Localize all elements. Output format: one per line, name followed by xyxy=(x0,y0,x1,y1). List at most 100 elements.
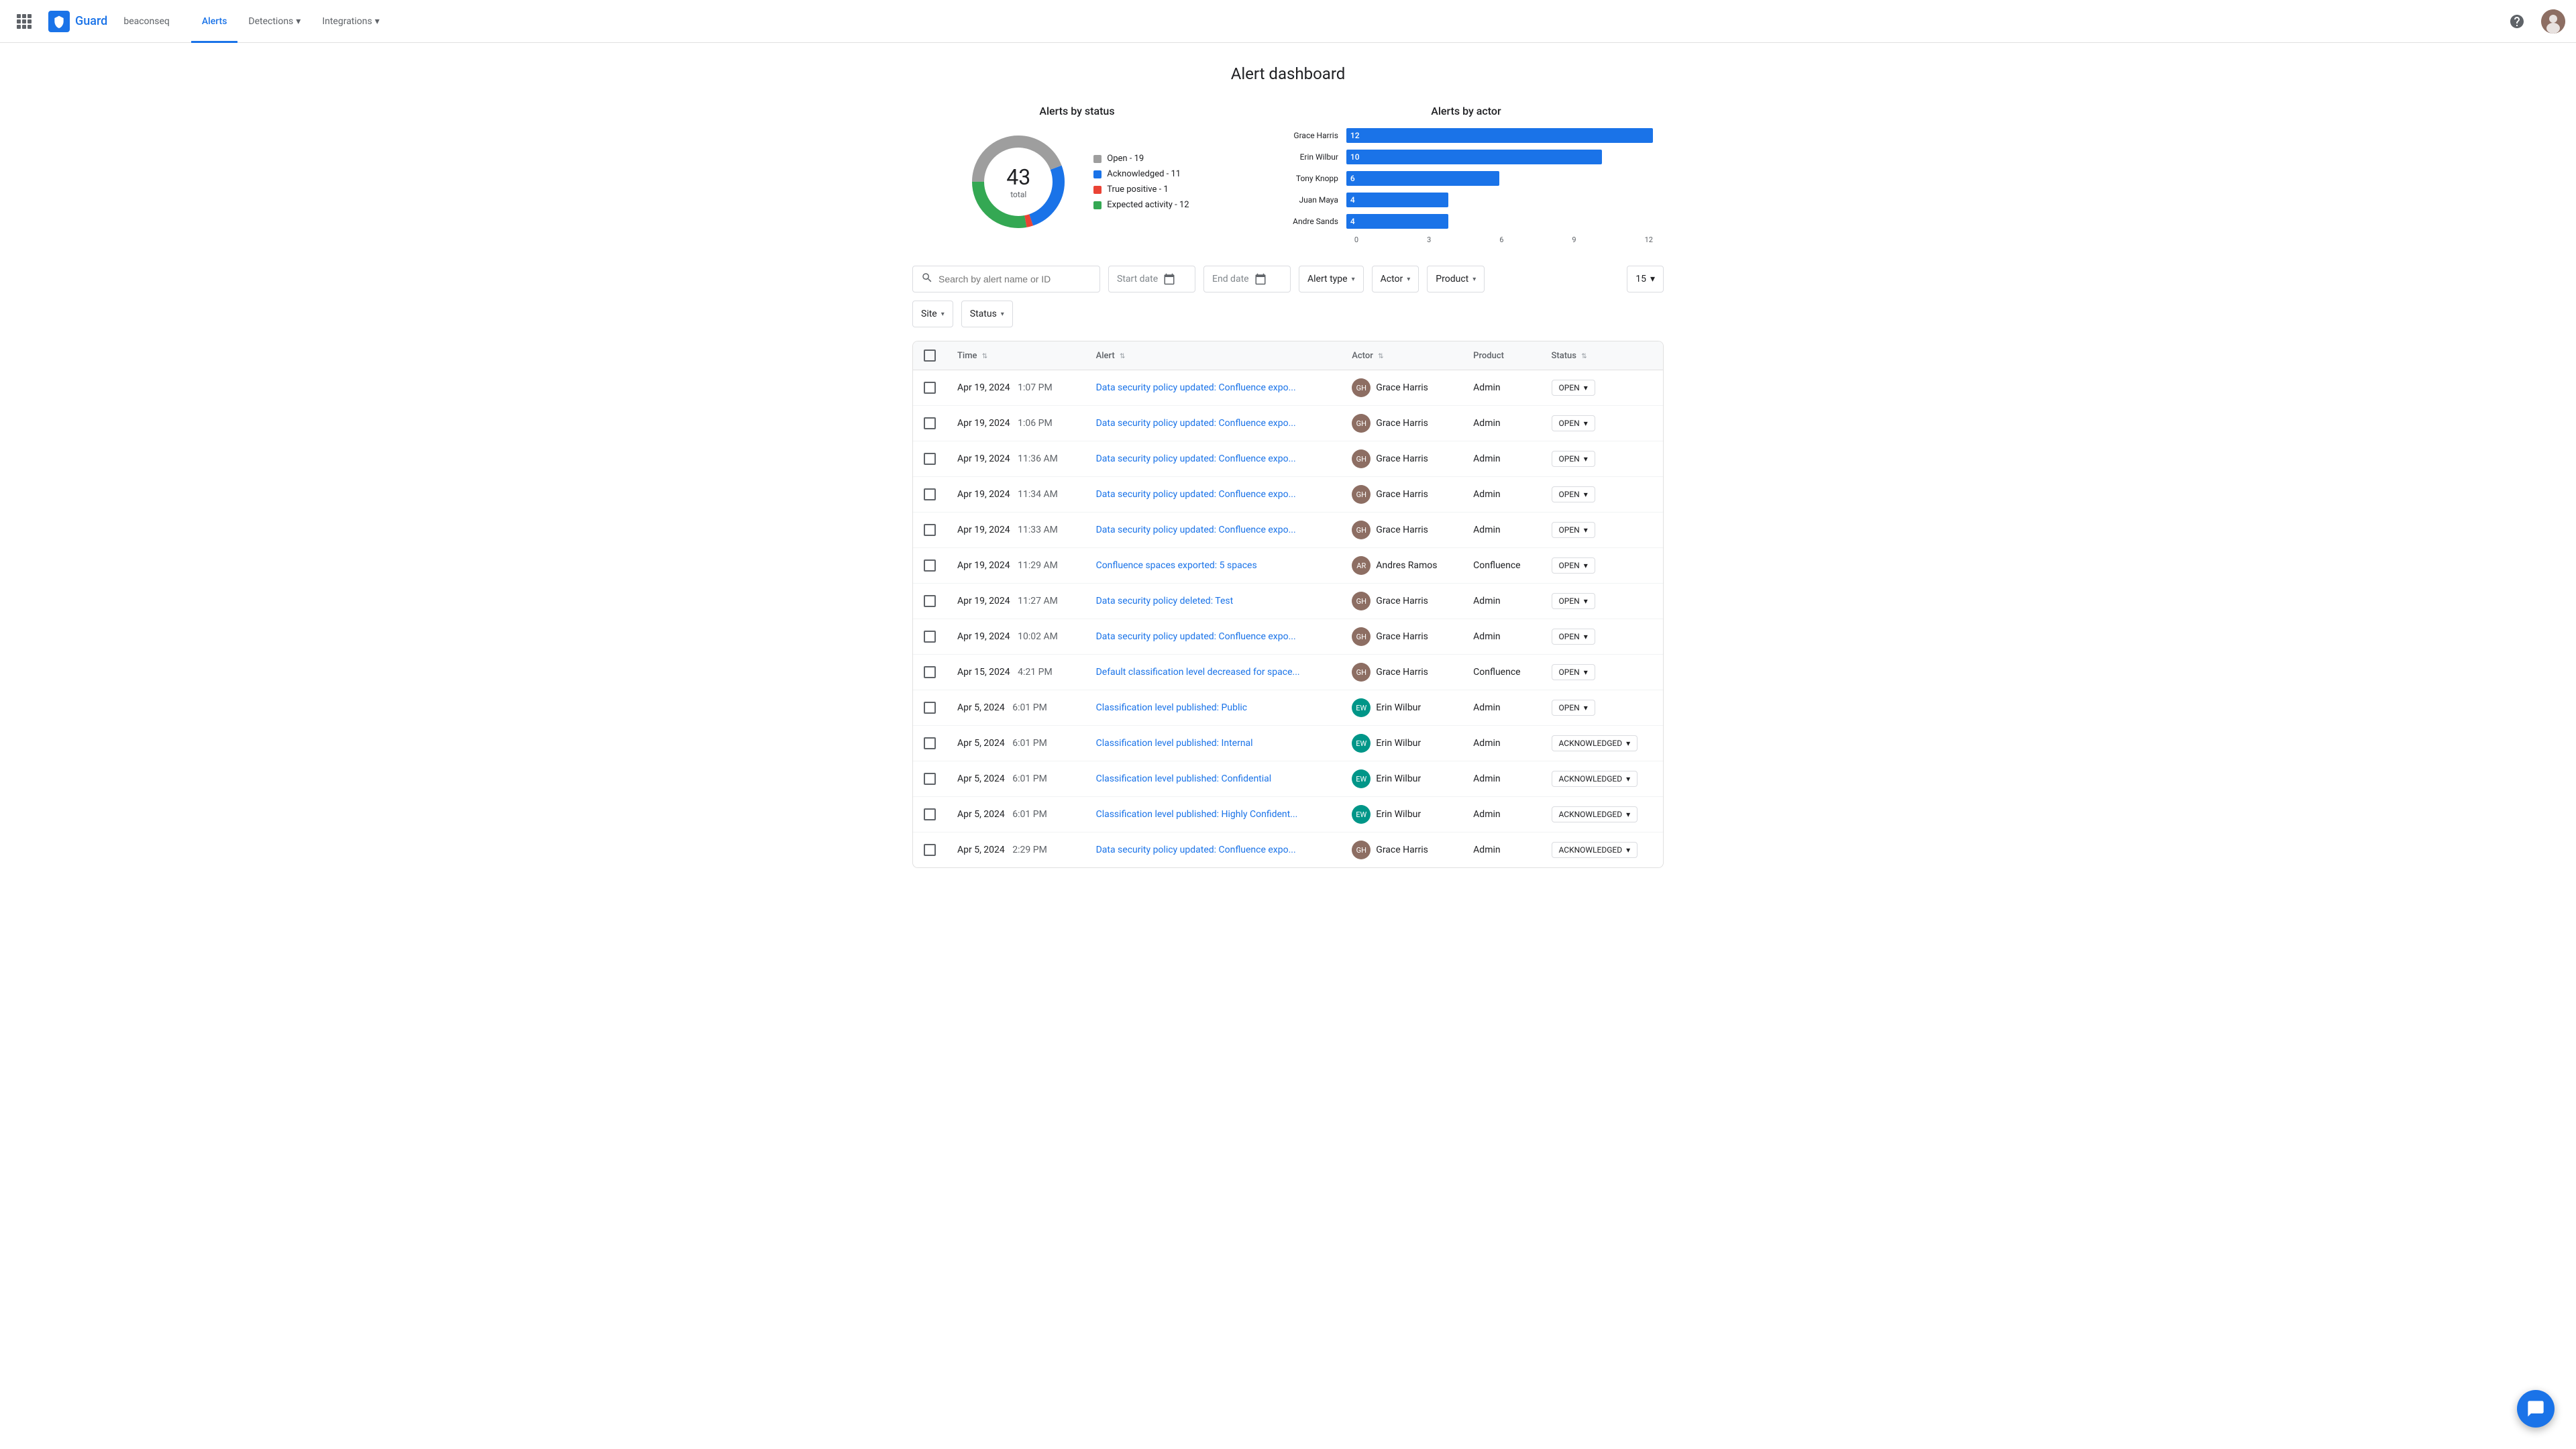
row-checkbox[interactable] xyxy=(924,417,936,429)
alert-cell: Data security policy updated: Confluence… xyxy=(1085,619,1342,655)
nav-detections[interactable]: Detections ▾ xyxy=(237,0,311,43)
row-checkbox-cell xyxy=(913,406,947,441)
status-badge[interactable]: OPEN ▾ xyxy=(1552,629,1595,645)
select-all-header xyxy=(913,341,947,370)
row-checkbox[interactable] xyxy=(924,559,936,572)
actor-cell: GH Grace Harris xyxy=(1341,406,1462,441)
donut-center: 43 total xyxy=(1006,164,1030,199)
time-header[interactable]: Time ⇅ xyxy=(947,341,1085,370)
status-badge[interactable]: ACKNOWLEDGED ▾ xyxy=(1552,842,1638,858)
time-cell: Apr 19, 2024 11:34 AM xyxy=(947,477,1085,513)
row-checkbox[interactable] xyxy=(924,631,936,643)
row-checkbox-cell xyxy=(913,797,947,833)
row-time: 6:01 PM xyxy=(1012,702,1047,713)
bar-label: Andre Sands xyxy=(1279,217,1346,226)
chat-fab[interactable] xyxy=(2517,1390,2555,1428)
row-time: 11:27 AM xyxy=(1018,596,1058,606)
user-avatar[interactable] xyxy=(2541,9,2565,34)
row-time: 11:29 AM xyxy=(1018,560,1058,571)
status-arrow: ▾ xyxy=(1584,454,1588,464)
alert-header[interactable]: Alert ⇅ xyxy=(1085,341,1342,370)
alert-link[interactable]: Classification level published: Internal xyxy=(1096,738,1253,749)
row-checkbox-cell xyxy=(913,619,947,655)
end-date-input[interactable]: End date xyxy=(1203,266,1291,292)
status-header[interactable]: Status ⇅ xyxy=(1541,341,1664,370)
alert-link[interactable]: Data security policy updated: Confluence… xyxy=(1096,845,1296,855)
help-icon[interactable] xyxy=(2504,8,2530,35)
status-arrow: ▾ xyxy=(1626,739,1630,748)
search-box[interactable] xyxy=(912,266,1100,292)
calendar-icon xyxy=(1163,273,1175,285)
alert-link[interactable]: Data security policy deleted: Test xyxy=(1096,596,1234,606)
status-badge[interactable]: OPEN ▾ xyxy=(1552,664,1595,680)
status-badge[interactable]: OPEN ▾ xyxy=(1552,486,1595,502)
nav-alerts[interactable]: Alerts xyxy=(191,0,238,43)
actor-name: Grace Harris xyxy=(1376,453,1428,464)
actor-filter[interactable]: Actor ▾ xyxy=(1372,266,1419,292)
status-badge[interactable]: OPEN ▾ xyxy=(1552,522,1595,538)
status-badge[interactable]: ACKNOWLEDGED ▾ xyxy=(1552,735,1638,751)
status-arrow: ▾ xyxy=(1584,632,1588,641)
status-badge[interactable]: OPEN ▾ xyxy=(1552,380,1595,396)
bar-fill: 12 xyxy=(1346,128,1653,143)
actor-avatar: GH xyxy=(1352,663,1371,682)
row-checkbox[interactable] xyxy=(924,844,936,856)
site-filter[interactable]: Site ▾ xyxy=(912,301,953,327)
actor-cell: GH Grace Harris xyxy=(1341,477,1462,513)
alert-link[interactable]: Data security policy updated: Confluence… xyxy=(1096,489,1296,500)
alert-cell: Classification level published: Confiden… xyxy=(1085,761,1342,797)
status-badge[interactable]: ACKNOWLEDGED ▾ xyxy=(1552,771,1638,787)
row-checkbox[interactable] xyxy=(924,453,936,465)
alert-link[interactable]: Classification level published: Confiden… xyxy=(1096,773,1272,784)
axis-label: 6 xyxy=(1499,235,1503,244)
select-all-checkbox[interactable] xyxy=(924,350,936,362)
alert-type-filter[interactable]: Alert type ▾ xyxy=(1299,266,1364,292)
status-badge[interactable]: OPEN ▾ xyxy=(1552,557,1595,574)
alert-link[interactable]: Default classification level decreased f… xyxy=(1096,667,1300,678)
status-badge[interactable]: ACKNOWLEDGED ▾ xyxy=(1552,806,1638,822)
product-value: Admin xyxy=(1473,382,1500,393)
alert-link[interactable]: Data security policy updated: Confluence… xyxy=(1096,631,1296,642)
status-cell: ACKNOWLEDGED ▾ xyxy=(1541,726,1664,761)
status-filter[interactable]: Status ▾ xyxy=(961,301,1013,327)
row-checkbox[interactable] xyxy=(924,666,936,678)
row-checkbox[interactable] xyxy=(924,702,936,714)
table-row: Apr 19, 2024 1:07 PM Data security polic… xyxy=(913,370,1663,406)
nav-integrations[interactable]: Integrations ▾ xyxy=(311,0,390,43)
time-cell: Apr 19, 2024 11:36 AM xyxy=(947,441,1085,477)
row-checkbox[interactable] xyxy=(924,595,936,607)
row-date: Apr 5, 2024 xyxy=(957,702,1005,713)
donut-total-label: total xyxy=(1010,190,1026,199)
alert-link[interactable]: Data security policy updated: Confluence… xyxy=(1096,453,1296,464)
actor-cell: GH Grace Harris xyxy=(1341,833,1462,868)
row-checkbox[interactable] xyxy=(924,773,936,785)
app-logo[interactable]: Guard xyxy=(48,11,107,32)
status-badge[interactable]: OPEN ▾ xyxy=(1552,593,1595,609)
alert-link[interactable]: Data security policy updated: Confluence… xyxy=(1096,525,1296,535)
start-date-input[interactable]: Start date xyxy=(1108,266,1195,292)
actor-name: Grace Harris xyxy=(1376,489,1428,500)
alert-link[interactable]: Confluence spaces exported: 5 spaces xyxy=(1096,560,1257,571)
actor-header[interactable]: Actor ⇅ xyxy=(1341,341,1462,370)
status-arrow: ▾ xyxy=(1584,525,1588,535)
actor-cell-inner: EW Erin Wilbur xyxy=(1352,698,1452,717)
search-input[interactable] xyxy=(938,274,1091,284)
row-checkbox[interactable] xyxy=(924,488,936,500)
product-filter[interactable]: Product ▾ xyxy=(1427,266,1485,292)
alert-link[interactable]: Data security policy updated: Confluence… xyxy=(1096,382,1296,393)
row-date: Apr 15, 2024 xyxy=(957,667,1010,678)
apps-icon[interactable] xyxy=(11,8,38,35)
status-badge[interactable]: OPEN ▾ xyxy=(1552,415,1595,431)
alert-link[interactable]: Classification level published: Highly C… xyxy=(1096,809,1298,820)
alert-link[interactable]: Data security policy updated: Confluence… xyxy=(1096,418,1296,429)
per-page-select[interactable]: 15 ▾ xyxy=(1627,266,1664,292)
status-badge[interactable]: OPEN ▾ xyxy=(1552,700,1595,716)
row-checkbox[interactable] xyxy=(924,808,936,820)
row-checkbox[interactable] xyxy=(924,524,936,536)
product-cell: Admin xyxy=(1462,584,1540,619)
status-badge[interactable]: OPEN ▾ xyxy=(1552,451,1595,467)
alert-link[interactable]: Classification level published: Public xyxy=(1096,702,1248,713)
legend-label-truepositive: True positive - 1 xyxy=(1107,184,1168,195)
row-checkbox[interactable] xyxy=(924,382,936,394)
row-checkbox[interactable] xyxy=(924,737,936,749)
